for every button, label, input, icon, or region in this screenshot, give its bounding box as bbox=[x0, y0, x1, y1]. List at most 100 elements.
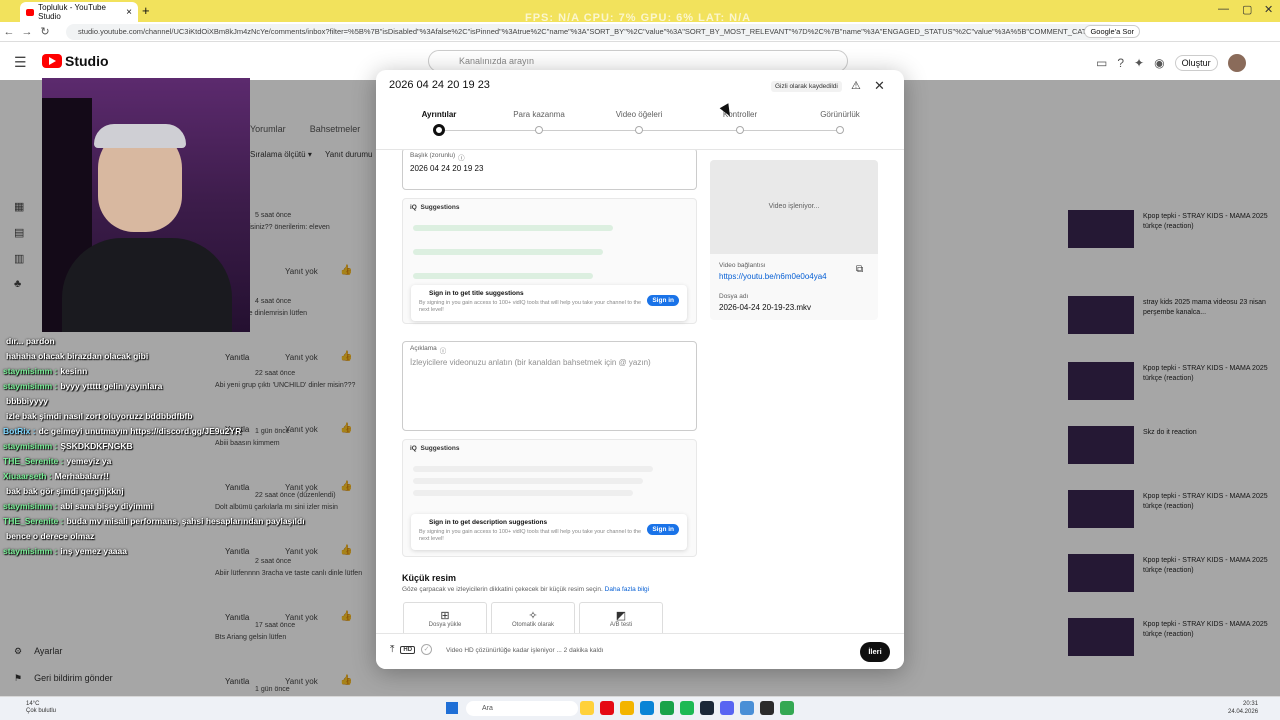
step-video-elements[interactable]: Video öğeleri bbox=[599, 110, 679, 134]
description-input[interactable]: İzleyicilere videonuzu anlatın (bir kana… bbox=[410, 358, 651, 367]
reload-icon[interactable]: ↻ bbox=[36, 25, 54, 38]
new-tab-icon[interactable]: + bbox=[142, 3, 150, 18]
help-icon[interactable]: ? bbox=[1117, 56, 1124, 70]
next-button[interactable]: İleri bbox=[860, 642, 890, 662]
chat-text: hahaha olacak birazdan olacak gibi bbox=[6, 351, 149, 361]
step-dot bbox=[836, 126, 844, 134]
step-details[interactable]: Ayrıntılar bbox=[399, 110, 479, 136]
weather-widget[interactable]: 14°C Çok bulutlu bbox=[26, 701, 56, 715]
step-checks[interactable]: Kontroller bbox=[700, 110, 780, 134]
help-icon[interactable]: ⓘ bbox=[440, 345, 447, 355]
chat-message: THE_Serenite : buda mv misali performans,… bbox=[3, 516, 305, 526]
report-issue-icon[interactable]: ⚠ bbox=[851, 79, 861, 92]
browser-tab[interactable]: Topluluk - YouTube Studio × bbox=[20, 2, 138, 22]
forward-icon[interactable]: → bbox=[18, 26, 36, 38]
signin-button[interactable]: Sign in bbox=[647, 524, 679, 535]
description-suggestions-panel: iQ Suggestions Sign in to get descriptio… bbox=[402, 439, 697, 557]
chat-username: THE_Serenite : bbox=[3, 456, 64, 466]
title-input[interactable]: 2026 04 24 20 19 23 bbox=[410, 164, 483, 173]
step-dot bbox=[635, 126, 643, 134]
channel-search-input[interactable]: Kanalınızda arayın bbox=[428, 50, 848, 72]
back-icon[interactable]: ← bbox=[0, 26, 18, 38]
close-icon[interactable]: ✕ bbox=[874, 78, 885, 94]
chat-message: staymisimm : abi sana bişey diyimmi bbox=[3, 501, 153, 511]
chat-text: yemeyiz ya bbox=[66, 456, 112, 466]
chat-message: Xiuaarseth : Merhabalarr!! bbox=[3, 471, 109, 481]
learn-more-link[interactable]: Daha fazla bilgi bbox=[605, 586, 649, 593]
taskbar-search[interactable]: Ara bbox=[466, 701, 578, 716]
chrome-profile-icon[interactable] bbox=[780, 701, 794, 715]
edge-icon[interactable] bbox=[640, 701, 654, 715]
browser-tab-bar: Topluluk - YouTube Studio × + FPS: N/A C… bbox=[0, 0, 1280, 24]
url-input[interactable]: studio.youtube.com/channel/UC3iKtdOiXBm8… bbox=[66, 24, 1116, 40]
create-button[interactable]: Oluştur bbox=[1174, 55, 1218, 71]
maximize-icon[interactable]: ▢ bbox=[1242, 3, 1252, 16]
help-icon[interactable]: ⓘ bbox=[458, 152, 465, 162]
upload-details-dialog: 2026 04 24 20 19 23 Gizli olarak kaydedi… bbox=[376, 70, 904, 669]
chat-text: inş yemez yaaaa bbox=[60, 546, 127, 556]
minimize-icon[interactable]: — bbox=[1218, 3, 1229, 15]
description-field[interactable]: Açıklama ⓘ İzleyicilere videonuzu anlatın… bbox=[402, 341, 697, 431]
chat-text: izle bak şimdi nasıl zort oluyoruzz bddb… bbox=[6, 411, 193, 421]
check-icon: ✓ bbox=[421, 644, 433, 655]
file-explorer-icon[interactable] bbox=[580, 701, 594, 715]
title-field[interactable]: Başlık (zorunlu) ⓘ 2026 04 24 20 19 23 bbox=[402, 150, 697, 190]
chat-text: bbbbiyyyy bbox=[6, 396, 49, 406]
settings-app-icon[interactable] bbox=[740, 701, 754, 715]
streamer-shirt bbox=[62, 238, 232, 332]
notification-icon[interactable]: ◉ bbox=[1154, 56, 1164, 70]
blurred-suggestion bbox=[413, 466, 653, 472]
close-tab-icon[interactable]: × bbox=[126, 7, 132, 18]
chat-username: staymisimm : bbox=[3, 546, 58, 556]
sparkle-icon: ✧ bbox=[528, 610, 538, 622]
video-link[interactable]: https://youtu.be/n6m0e0o4ya4 bbox=[719, 272, 827, 281]
chat-username: staymisimm : bbox=[3, 501, 58, 511]
chat-message: bbbbiyyyy bbox=[3, 396, 48, 406]
header-actions: ▭ ? ✦ ◉ Oluştur bbox=[1096, 54, 1246, 72]
signin-button[interactable]: Sign in bbox=[647, 295, 679, 306]
spotify-icon[interactable] bbox=[680, 701, 694, 715]
blurred-suggestion bbox=[413, 490, 633, 496]
saved-private-badge: Gizli olarak kaydedildi bbox=[771, 81, 842, 92]
sparkle-icon[interactable]: ✦ bbox=[1134, 56, 1144, 70]
chat-text: byyy yttttt gelin yayınlara bbox=[60, 381, 163, 391]
copy-icon[interactable]: ⧉ bbox=[856, 264, 863, 275]
file-name: 2026-04-24 20-19-23.mkv bbox=[719, 303, 812, 312]
folder-icon[interactable] bbox=[620, 701, 634, 715]
google-ask-button[interactable]: Google'a Sor bbox=[1084, 25, 1140, 38]
comment-icon[interactable]: ▭ bbox=[1096, 56, 1107, 70]
blurred-suggestion bbox=[413, 249, 603, 255]
thumbnail-heading: Küçük resim bbox=[402, 573, 457, 583]
chat-username: staymisimm : bbox=[3, 441, 58, 451]
step-monetization[interactable]: Para kazanma bbox=[499, 110, 579, 134]
windows-taskbar: 14°C Çok bulutlu Ara 20:31 24.04.2026 bbox=[0, 696, 1280, 720]
video-processing-preview: Video işleniyor... bbox=[710, 160, 878, 254]
chat-message: THE_Serenite : yemeyiz ya bbox=[3, 456, 111, 466]
chat-text: abi sana bişey diyimmi bbox=[60, 501, 153, 511]
blurred-suggestion bbox=[413, 225, 613, 231]
suggestions-heading: iQ Suggestions bbox=[410, 204, 460, 211]
chrome-icon[interactable] bbox=[660, 701, 674, 715]
menu-icon[interactable]: ☰ bbox=[14, 54, 27, 71]
chat-text: kesinn bbox=[60, 366, 88, 376]
obs-icon[interactable] bbox=[760, 701, 774, 715]
chat-message: staymisimm : byyy yttttt gelin yayınlara bbox=[3, 381, 162, 391]
netflix-icon[interactable] bbox=[600, 701, 614, 715]
youtube-logo-icon bbox=[42, 54, 62, 68]
discord-icon[interactable] bbox=[720, 701, 734, 715]
chat-text: dc gelmeyi unutmayın https://discord.gg/… bbox=[38, 426, 242, 436]
youtube-icon bbox=[26, 8, 35, 16]
windows-start-icon[interactable] bbox=[446, 702, 458, 714]
close-window-icon[interactable]: ✕ bbox=[1264, 3, 1273, 16]
step-visibility[interactable]: Görünürlük bbox=[800, 110, 880, 134]
step-dot bbox=[736, 126, 744, 134]
dialog-body: Başlık (zorunlu) ⓘ 2026 04 24 20 19 23 iQ… bbox=[376, 150, 904, 640]
taskbar-clock[interactable]: 20:31 24.04.2026 bbox=[1228, 700, 1258, 716]
chat-message: bak bak gör şimdi qerghjkknj bbox=[3, 486, 124, 496]
steam-icon[interactable] bbox=[700, 701, 714, 715]
image-add-icon: ⊞ bbox=[440, 610, 450, 622]
studio-logo[interactable]: Studio bbox=[42, 53, 109, 69]
chat-text: ŞSKDKDKFNGKB bbox=[60, 441, 133, 451]
avatar[interactable] bbox=[1227, 54, 1246, 72]
chat-text: dır... pardon bbox=[6, 336, 55, 346]
